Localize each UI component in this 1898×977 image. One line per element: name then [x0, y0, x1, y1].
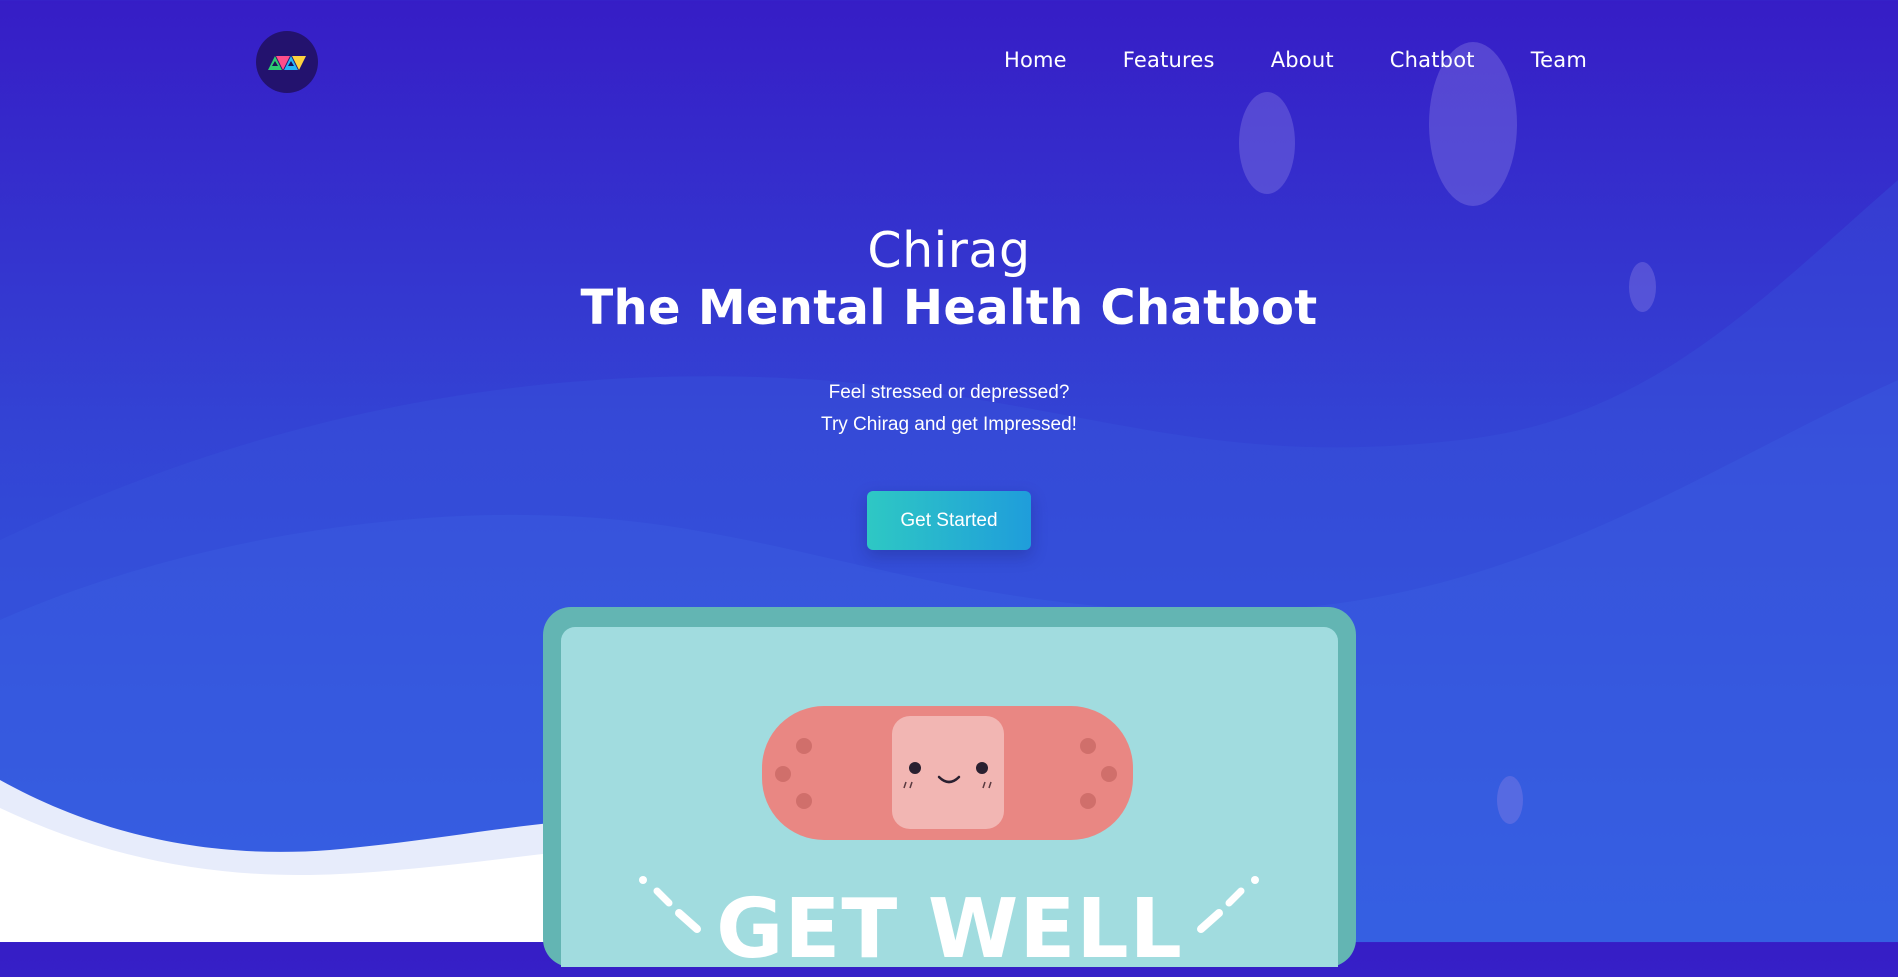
nav-link-home[interactable]: Home: [1004, 48, 1067, 72]
logo[interactable]: [256, 31, 318, 93]
logo-triangles-icon: [268, 56, 306, 70]
nav-link-about[interactable]: About: [1271, 48, 1334, 72]
hero-title-main: The Mental Health Chatbot: [580, 280, 1318, 336]
get-well-caption: GET WELL: [716, 882, 1183, 977]
nav-link-chatbot[interactable]: Chatbot: [1390, 48, 1475, 72]
get-well-illustration: GET WELL: [543, 607, 1356, 977]
decor-bubble: [1497, 776, 1523, 824]
nav-link-features[interactable]: Features: [1123, 48, 1215, 72]
get-started-button[interactable]: Get Started: [867, 491, 1031, 550]
hero-subtitle-line1: Feel stressed or depressed?: [828, 382, 1070, 403]
nav-link-team[interactable]: Team: [1531, 48, 1587, 72]
hero-subtitle-line2: Try Chirag and get Impressed!: [821, 414, 1077, 435]
main-nav: Home Features About Chatbot Team: [1004, 48, 1587, 72]
top-header: Home Features About Chatbot Team: [0, 0, 1898, 126]
illustration-panel: GET WELL: [561, 627, 1338, 977]
hero-title-name: Chirag: [867, 222, 1031, 279]
